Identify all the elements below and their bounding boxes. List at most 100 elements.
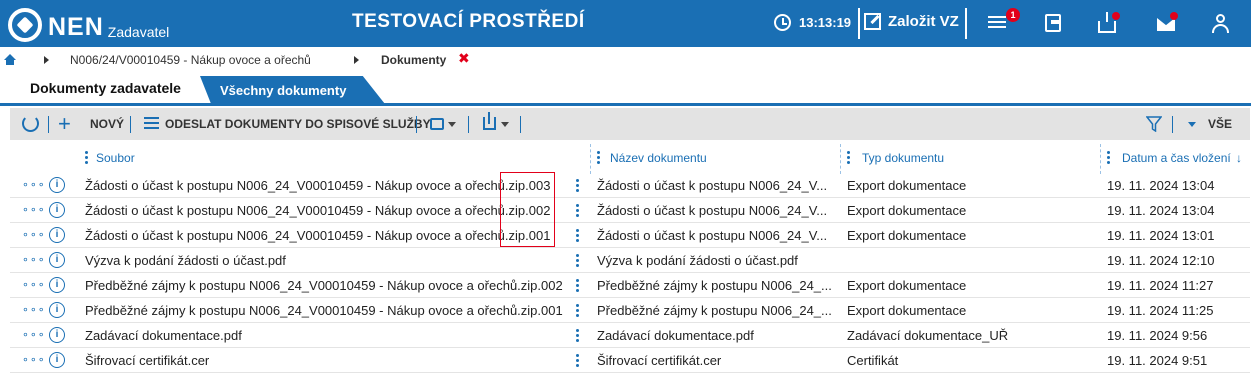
row-menu-icon[interactable] (576, 329, 579, 344)
tab-underline (0, 103, 1251, 106)
home-icon[interactable] (4, 54, 16, 65)
calculator-icon[interactable] (1045, 14, 1061, 32)
logo-text: NEN (48, 13, 104, 41)
cell-nazev: Zadávací dokumentace.pdf (597, 328, 754, 343)
toolbar-divider (416, 116, 417, 133)
row-actions-icon[interactable]: ∘∘∘ (22, 280, 46, 291)
table-row[interactable]: ∘∘∘ i Žádosti o účast k postupu N006_24_V0… (10, 173, 1250, 198)
cell-soubor[interactable]: Šifrovací certifikát.cer (85, 353, 565, 368)
cell-typ: Export dokumentace (847, 178, 967, 193)
info-icon[interactable]: i (49, 277, 65, 293)
cell-nazev: Žádosti o účast k postupu N006_24_V... (597, 178, 828, 193)
menu-icon[interactable] (988, 13, 1006, 33)
filter-scope-label[interactable]: VŠE (1208, 117, 1232, 131)
filter-icon[interactable] (1146, 116, 1162, 132)
cell-typ: Export dokumentace (847, 228, 967, 243)
column-header-nazev[interactable]: Název dokumentu (610, 151, 707, 165)
chevron-right-icon (44, 56, 49, 64)
toolbar-divider (48, 116, 49, 133)
row-menu-icon[interactable] (576, 354, 579, 369)
info-icon[interactable]: i (49, 302, 65, 318)
info-icon[interactable]: i (49, 202, 65, 218)
cell-soubor[interactable]: Předběžné zájmy k postupu N006_24_V00010… (85, 303, 565, 318)
tab-vsechny-dokumenty[interactable]: Všechny dokumenty (200, 76, 385, 104)
chevron-down-icon[interactable] (1188, 122, 1196, 127)
cell-datum: 19. 11. 2024 12:10 (1107, 253, 1215, 268)
cell-soubor[interactable]: Žádosti o účast k postupu N006_24_V00010… (85, 178, 565, 193)
row-menu-icon[interactable] (576, 204, 579, 219)
row-actions-icon[interactable]: ∘∘∘ (22, 180, 46, 191)
cell-soubor[interactable]: Žádosti o účast k postupu N006_24_V00010… (85, 228, 565, 243)
cell-soubor[interactable]: Výzva k podání žádosti o účast.pdf (85, 253, 565, 268)
table-row[interactable]: ∘∘∘ i Žádosti o účast k postupu N006_24_V0… (10, 198, 1250, 223)
send-icon (144, 117, 159, 131)
row-actions-icon[interactable]: ∘∘∘ (22, 255, 46, 266)
row-menu-icon[interactable] (576, 179, 579, 194)
chevron-down-icon[interactable] (501, 122, 509, 127)
create-vz-button[interactable]: Založit VZ (864, 13, 959, 30)
column-header-datum[interactable]: Datum a čas vložení (1122, 151, 1231, 165)
row-menu-icon[interactable] (576, 229, 579, 244)
cell-typ: Certifikát (847, 353, 899, 368)
user-icon[interactable] (1210, 14, 1232, 34)
chevron-down-icon[interactable] (448, 122, 456, 127)
toolbar: + NOVÝ ODESLAT DOKUMENTY DO SPISOVÉ SLUŽ… (10, 108, 1250, 140)
inbox-alert-dot (1112, 12, 1120, 20)
cell-soubor[interactable]: Zadávací dokumentace.pdf (85, 328, 565, 343)
column-menu-icon[interactable] (1107, 151, 1110, 166)
row-menu-icon[interactable] (576, 304, 579, 319)
row-menu-icon[interactable] (576, 279, 579, 294)
add-icon[interactable]: + (58, 113, 71, 135)
edit-icon (864, 13, 881, 30)
toolbar-divider (520, 116, 521, 133)
column-menu-icon[interactable] (85, 151, 88, 166)
row-actions-icon[interactable]: ∘∘∘ (22, 205, 46, 216)
clock-time: 13:13:19 (799, 15, 852, 30)
row-actions-icon[interactable]: ∘∘∘ (22, 230, 46, 241)
close-icon[interactable]: ✖ (458, 50, 470, 67)
inbox-icon[interactable] (1098, 12, 1116, 33)
info-icon[interactable]: i (49, 252, 65, 268)
table-row[interactable]: ∘∘∘ i Výzva k podání žádosti o účast.pdf Vý… (10, 248, 1250, 273)
column-header-typ[interactable]: Typ dokumentu (862, 151, 944, 165)
cell-soubor[interactable]: Předběžné zájmy k postupu N006_24_V00010… (85, 278, 565, 293)
logo-subtitle: Zadavatel (107, 24, 170, 40)
cell-datum: 19. 11. 2024 9:51 (1107, 353, 1208, 368)
column-menu-icon[interactable] (597, 151, 600, 166)
column-header-soubor[interactable]: Soubor (96, 151, 135, 165)
breadcrumb-item[interactable]: N006/24/V00010459 - Nákup ovoce a ořechů (70, 50, 311, 70)
row-actions-icon[interactable]: ∘∘∘ (22, 355, 46, 366)
table-row[interactable]: ∘∘∘ i Předběžné zájmy k postupu N006_24_V0… (10, 298, 1250, 323)
info-icon[interactable]: i (49, 227, 65, 243)
send-to-registry-button[interactable]: ODESLAT DOKUMENTY DO SPISOVÉ SLUŽBY (165, 117, 431, 131)
table-row[interactable]: ∘∘∘ i Šifrovací certifikát.cer Šifrovací ce… (10, 348, 1250, 373)
sort-desc-icon[interactable]: ↓ (1236, 151, 1242, 165)
table-row[interactable]: ∘∘∘ i Zadávací dokumentace.pdf Zadávací dok… (10, 323, 1250, 348)
environment-title: TESTOVACÍ PROSTŘEDÍ (352, 11, 585, 32)
cell-nazev: Žádosti o účast k postupu N006_24_V... (597, 228, 828, 243)
table-row[interactable]: ∘∘∘ i Žádosti o účast k postupu N006_24_V0… (10, 223, 1250, 248)
row-actions-icon[interactable]: ∘∘∘ (22, 305, 46, 316)
tab-bar: Dokumenty zadavatele Všechny dokumenty (0, 74, 1251, 104)
breadcrumb-current: Dokumenty (381, 53, 447, 67)
cell-nazev: Výzva k podání žádosti o účast.pdf (597, 253, 798, 268)
export-icon[interactable] (483, 112, 496, 130)
cell-soubor[interactable]: Žádosti o účast k postupu N006_24_V00010… (85, 203, 565, 218)
refresh-icon[interactable] (22, 115, 39, 132)
header-divider (965, 8, 967, 39)
new-button[interactable]: NOVÝ (90, 117, 124, 131)
printer-icon[interactable] (430, 118, 444, 130)
notification-badge: 1 (1006, 8, 1020, 22)
cell-nazev: Šifrovací certifikát.cer (597, 353, 722, 368)
info-icon[interactable]: i (49, 352, 65, 368)
tab-dokumenty-zadavatele[interactable]: Dokumenty zadavatele (10, 74, 200, 104)
table-row[interactable]: ∘∘∘ i Předběžné zájmy k postupu N006_24_V0… (10, 273, 1250, 298)
toolbar-divider (130, 116, 131, 133)
row-actions-icon[interactable]: ∘∘∘ (22, 330, 46, 341)
row-menu-icon[interactable] (576, 254, 579, 269)
nen-logo[interactable]: NEN Zadavatel (8, 6, 169, 42)
session-clock: 13:13:19 (774, 14, 851, 31)
column-menu-icon[interactable] (847, 151, 850, 166)
info-icon[interactable]: i (49, 177, 65, 193)
info-icon[interactable]: i (49, 327, 65, 343)
